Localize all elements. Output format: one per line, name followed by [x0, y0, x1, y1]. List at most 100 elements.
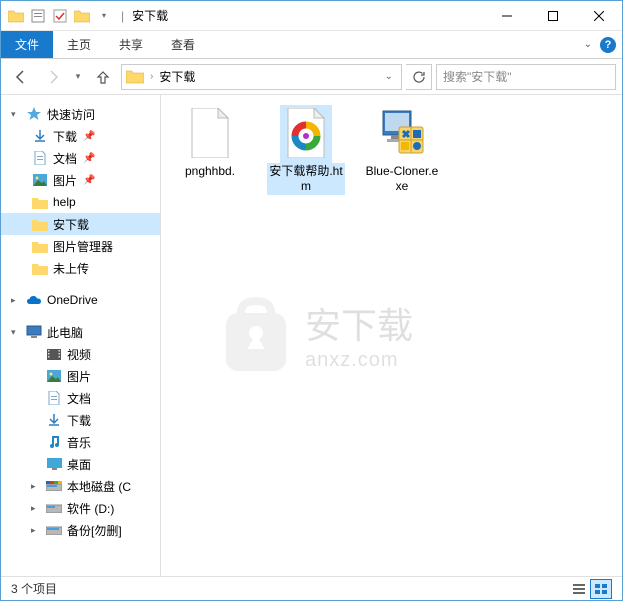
nav-label: OneDrive	[47, 293, 98, 307]
drive-icon	[45, 522, 63, 538]
chevron-right-icon[interactable]: ›	[150, 71, 153, 82]
view-details-button[interactable]	[568, 579, 590, 599]
nav-downloads2[interactable]: 下载	[1, 409, 160, 431]
address-segment[interactable]: 安下载	[159, 68, 195, 85]
folder-icon	[7, 7, 25, 25]
nav-label: 图片	[67, 368, 91, 385]
tab-home[interactable]: 主页	[53, 31, 105, 58]
file-htm-icon	[282, 107, 330, 159]
drive-icon	[45, 478, 63, 494]
nav-label: 快速访问	[47, 106, 95, 123]
nav-quick-access[interactable]: ▾ 快速访问	[1, 103, 160, 125]
address-dropdown-icon[interactable]: ⌄	[381, 71, 397, 82]
folder-icon	[73, 7, 91, 25]
nav-label: 软件 (D:)	[67, 500, 114, 517]
folder-icon	[31, 216, 49, 232]
pin-icon: 📌	[83, 131, 95, 142]
nav-label: 图片	[53, 172, 77, 189]
nav-label: 下载	[67, 412, 91, 429]
maximize-button[interactable]	[530, 1, 576, 31]
document-icon	[45, 390, 63, 406]
chevron-down-icon[interactable]: ▾	[11, 109, 21, 120]
title-separator: |	[121, 9, 124, 23]
chevron-right-icon[interactable]: ▸	[11, 295, 21, 306]
tab-share[interactable]: 共享	[105, 31, 157, 58]
nav-anxz[interactable]: 安下载	[1, 213, 160, 235]
nav-label: 文档	[67, 390, 91, 407]
computer-icon	[25, 324, 43, 340]
pin-icon: 📌	[83, 153, 95, 164]
navigation-pane: ▾ 快速访问 下载 📌 文档 📌 图片 📌 help 安下载	[1, 95, 161, 576]
nav-soft-d[interactable]: ▸ 软件 (D:)	[1, 497, 160, 519]
nav-label: 本地磁盘 (C	[67, 478, 131, 495]
nav-backup[interactable]: ▸ 备份[勿删]	[1, 519, 160, 541]
forward-button[interactable]	[39, 63, 67, 91]
nav-label: 备份[勿删]	[67, 522, 122, 539]
watermark-en: anxz.com	[305, 349, 413, 372]
nav-label: 图片管理器	[53, 238, 113, 255]
chevron-down-icon[interactable]: ▾	[11, 327, 21, 338]
nav-documents2[interactable]: 文档	[1, 387, 160, 409]
nav-onedrive[interactable]: ▸ OneDrive	[1, 289, 160, 311]
qat-properties-icon[interactable]	[29, 7, 47, 25]
help-icon[interactable]: ?	[600, 37, 616, 53]
file-item[interactable]: 安下载帮助.htm	[267, 105, 345, 195]
folder-icon	[31, 238, 49, 254]
folder-icon	[31, 260, 49, 276]
pin-icon: 📌	[83, 175, 95, 186]
nav-videos[interactable]: 视频	[1, 343, 160, 365]
picture-icon	[45, 368, 63, 384]
file-item[interactable]: Blue-Cloner.exe	[363, 105, 441, 195]
nav-help[interactable]: help	[1, 191, 160, 213]
watermark-cn: 安下载	[305, 297, 413, 349]
up-button[interactable]	[89, 63, 117, 91]
nav-label: 音乐	[67, 434, 91, 451]
nav-pictures2[interactable]: 图片	[1, 365, 160, 387]
nav-documents[interactable]: 文档 📌	[1, 147, 160, 169]
file-item[interactable]: pnghhbd.	[171, 105, 249, 195]
navbar: ▾ › 安下载 ⌄ 搜索"安下载"	[1, 59, 622, 95]
nav-downloads[interactable]: 下载 📌	[1, 125, 160, 147]
nav-local-c[interactable]: ▸ 本地磁盘 (C	[1, 475, 160, 497]
refresh-button[interactable]	[406, 64, 432, 90]
download-icon	[45, 412, 63, 428]
tab-file[interactable]: 文件	[1, 31, 53, 58]
search-placeholder: 搜索"安下载"	[443, 68, 512, 85]
recent-dropdown[interactable]: ▾	[71, 63, 85, 91]
file-label: pnghhbd.	[183, 163, 237, 180]
tab-view[interactable]: 查看	[157, 31, 209, 58]
nav-pictures[interactable]: 图片 📌	[1, 169, 160, 191]
chevron-right-icon[interactable]: ▸	[31, 525, 41, 536]
nav-not-uploaded[interactable]: 未上传	[1, 257, 160, 279]
qat-dropdown-icon[interactable]: ▾	[95, 7, 113, 25]
chevron-down-icon[interactable]: ⌄	[584, 39, 592, 50]
nav-label: 此电脑	[47, 324, 83, 341]
address-bar[interactable]: › 安下载 ⌄	[121, 64, 402, 90]
nav-label: 桌面	[67, 456, 91, 473]
nav-label: 文档	[53, 150, 77, 167]
back-button[interactable]	[7, 63, 35, 91]
nav-music[interactable]: 音乐	[1, 431, 160, 453]
watermark: 安下载 anxz.com	[221, 295, 413, 373]
document-icon	[31, 150, 49, 166]
nav-this-pc[interactable]: ▾ 此电脑	[1, 321, 160, 343]
titlebar: ▾ | 安下载	[1, 1, 622, 31]
music-icon	[45, 434, 63, 450]
view-icons-button[interactable]	[590, 579, 612, 599]
content-area[interactable]: pnghhbd. 安下载帮助.htm	[161, 95, 622, 576]
nav-label: 未上传	[53, 260, 89, 277]
nav-desktop[interactable]: 桌面	[1, 453, 160, 475]
chevron-right-icon[interactable]: ▸	[31, 481, 41, 492]
chevron-right-icon[interactable]: ▸	[31, 503, 41, 514]
download-icon	[31, 128, 49, 144]
qat-check-icon[interactable]	[51, 7, 69, 25]
ribbon: 文件 主页 共享 查看 ⌄ ?	[1, 31, 622, 59]
minimize-button[interactable]	[484, 1, 530, 31]
close-button[interactable]	[576, 1, 622, 31]
nav-pic-manager[interactable]: 图片管理器	[1, 235, 160, 257]
file-blank-icon	[186, 107, 234, 159]
file-label: 安下载帮助.htm	[267, 163, 345, 195]
search-input[interactable]: 搜索"安下载"	[436, 64, 616, 90]
cloud-icon	[25, 292, 43, 308]
file-label: Blue-Cloner.exe	[363, 163, 441, 195]
